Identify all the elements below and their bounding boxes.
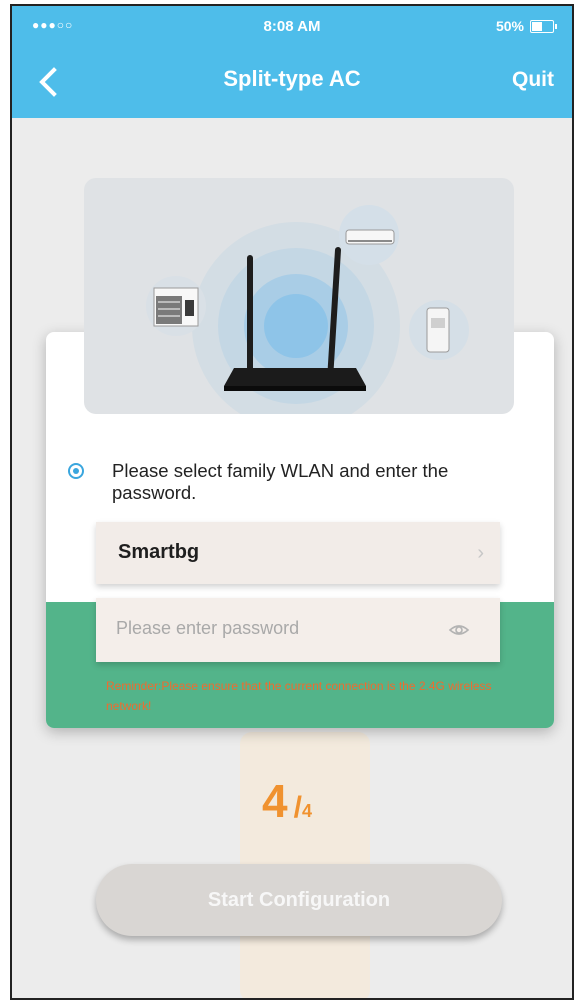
wifi-network-selector[interactable]: Smartbg › [96, 522, 500, 584]
password-input[interactable] [116, 618, 426, 639]
chevron-right-icon: › [477, 542, 484, 564]
quit-button[interactable]: Quit [512, 68, 554, 92]
app-header: ●●●○○ 8:08 AM 50% Split-type AC Quit [12, 6, 572, 118]
step-current: 4 [262, 775, 288, 827]
radio-selected-icon [68, 463, 84, 479]
split-ac-icon [339, 205, 399, 265]
status-bar: ●●●○○ 8:08 AM 50% [12, 16, 572, 38]
battery-percent: 50% [495, 18, 524, 34]
wifi-network-name: Smartbg [118, 541, 200, 563]
phone-screen: ●●●○○ 8:08 AM 50% Split-type AC Quit Ple… [10, 4, 574, 1000]
start-configuration-button[interactable]: Start Configuration [96, 864, 502, 936]
window-ac-icon [146, 276, 206, 336]
step-indicator: 4/4 [262, 774, 312, 828]
status-time: 8:08 AM [263, 18, 321, 35]
page-title: Split-type AC [223, 66, 361, 91]
step-total: 4 [301, 801, 312, 821]
battery-icon [530, 19, 557, 33]
router-illustration [84, 178, 514, 414]
step-separator: / [293, 791, 302, 824]
portable-ac-icon [409, 300, 469, 360]
battery-indicator: 50% [495, 18, 557, 34]
reminder-text: Reminder:Please ensure that the current … [106, 679, 492, 713]
signal-core [264, 294, 328, 358]
eye-icon[interactable] [448, 620, 470, 640]
password-field-container [96, 598, 500, 662]
instruction-text: Please select family WLAN and enter the … [112, 460, 449, 503]
